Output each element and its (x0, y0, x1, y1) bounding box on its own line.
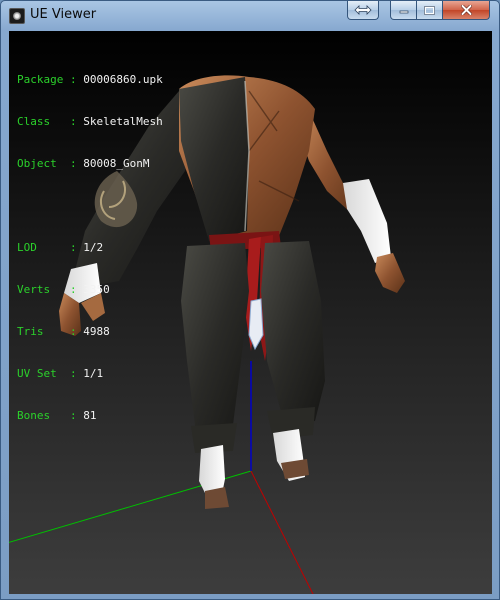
swap-button[interactable] (347, 1, 379, 20)
ue-viewer-app-icon (9, 8, 25, 24)
minimize-icon (399, 10, 408, 14)
info-label-lod: LOD : (17, 241, 77, 254)
info-label-verts: Verts : (17, 283, 77, 296)
minimize-button[interactable] (390, 1, 417, 20)
info-row-bones: Bones : 81 (17, 409, 163, 423)
info-label-bones: Bones : (17, 409, 77, 422)
info-label-object: Object : (17, 157, 77, 170)
info-row-lod: LOD : 1/2 (17, 241, 163, 255)
mesh-info-overlay: Package : 00006860.upk Class : SkeletalM… (17, 45, 163, 451)
info-value-tris: 4988 (83, 325, 110, 338)
info-value-bones: 81 (83, 409, 97, 422)
right-arm (299, 111, 405, 293)
ue-viewer-window: UE Viewer Package: 00006860.upk Class:… (0, 0, 500, 600)
close-button[interactable] (443, 1, 490, 20)
info-label-package: Package : (17, 73, 77, 86)
info-row-verts: Verts : 3350 (17, 283, 163, 297)
info-value-lod: 1/2 (83, 241, 104, 254)
info-value-package: 00006860.upk (83, 73, 163, 86)
swap-arrows-icon (354, 5, 372, 15)
title-bar[interactable]: UE Viewer (1, 1, 499, 31)
info-row-package: Package : 00006860.upk (17, 73, 163, 87)
torso (179, 75, 315, 241)
info-label-uvset: UV Set : (17, 367, 77, 380)
info-value-object: 80008_GonM (83, 157, 150, 170)
info-value-uvset: 1/1 (83, 367, 104, 380)
maximize-button[interactable] (417, 1, 443, 20)
info-row-tris: Tris : 4988 (17, 325, 163, 339)
info-value-class: SkeletalMesh (83, 115, 163, 128)
info-row-class: Class : SkeletalMesh (17, 115, 163, 129)
3d-viewport[interactable]: Package : 00006860.upk Class : SkeletalM… (9, 31, 492, 594)
axis-gizmo (9, 470, 314, 594)
maximize-icon (424, 5, 435, 15)
info-value-verts: 3350 (83, 283, 110, 296)
axis-x-red (250, 470, 314, 594)
window-title: UE Viewer (30, 7, 97, 22)
info-label-tris: Tris : (17, 325, 77, 338)
info-row-uvset: UV Set : 1/1 (17, 367, 163, 381)
close-icon (460, 5, 472, 15)
info-label-class: Class : (17, 115, 77, 128)
info-row-object: Object : 80008_GonM (17, 157, 163, 171)
